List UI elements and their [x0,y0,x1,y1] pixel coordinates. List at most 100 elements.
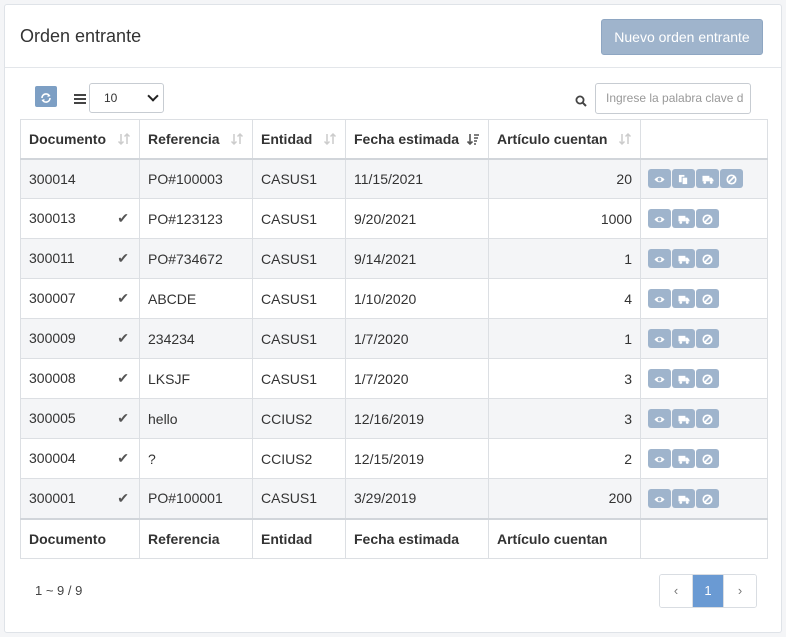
sort-icon [323,132,337,146]
cell-articulo-cuentan: 1000 [488,198,641,239]
page-title: Orden entrante [20,26,142,46]
eye-icon [654,370,665,386]
truck-button[interactable] [672,249,695,268]
cell-documento: 300008 ✔ [20,358,140,399]
cell-documento: 300001 ✔ [20,478,140,519]
check-icon: ✔ [117,489,129,506]
table-row[interactable]: 300013 ✔ PO#123123 CASUS1 9/20/2021 1000 [20,198,768,239]
truck-icon [677,490,690,506]
cell-documento: 300011 ✔ [20,238,140,279]
cell-referencia: ? [139,438,253,479]
copy-icon [678,170,689,186]
copy-button[interactable] [672,169,695,189]
table-row[interactable]: 300007 ✔ ABCDE CASUS1 1/10/2020 4 [20,278,768,319]
table-footer-row: Documento Referencia Entidad Fecha estim… [20,517,768,559]
eye-button[interactable] [648,249,671,268]
ban-button[interactable] [696,249,719,268]
footer-actions [640,517,768,559]
truck-button[interactable] [672,369,695,388]
eye-button[interactable] [648,209,671,228]
sort-icon [117,132,131,146]
table-row[interactable]: 300004 ✔? CCIUS2 12/15/2019 2 [20,438,768,479]
cell-articulo-cuentan: 1 [488,238,641,279]
refresh-button[interactable] [35,86,57,107]
page-size-select[interactable]: 10 [89,83,164,113]
cell-fecha-estimada: 1/7/2020 [345,358,489,399]
truck-icon [701,170,714,186]
table-row[interactable]: 300011 ✔ PO#734672 CASUS1 9/14/2021 1 [20,238,768,279]
cell-entidad: CASUS1 [252,198,346,239]
check-icon: ✔ [117,290,129,306]
ban-icon [702,370,713,386]
cell-documento: 300007 ✔ [20,278,140,319]
table-row[interactable]: 300008 ✔ LKSJF CASUS1 1/7/2020 3 [20,358,768,399]
table-row[interactable]: 300001 ✔ PO#100001 CASUS1 3/29/2019 200 [20,478,768,519]
truck-button[interactable] [672,488,695,508]
page-button-1[interactable]: 1 [692,575,724,607]
table-row[interactable]: 300014 PO#100003 CASUS1 11/15/2021 20 [20,158,768,199]
truck-button[interactable] [672,209,695,228]
eye-button[interactable] [648,488,671,508]
ban-button[interactable] [696,369,719,388]
cell-articulo-cuentan: 200 [488,478,641,519]
eye-button[interactable] [648,369,671,388]
ban-button[interactable] [696,209,719,228]
prev-page-button[interactable]: ‹ [660,575,692,607]
ban-button[interactable] [696,449,719,468]
truck-button[interactable] [672,329,695,348]
cell-fecha-estimada: 3/29/2019 [345,478,489,519]
cell-referencia: PO#100001 [139,478,253,519]
eye-button[interactable] [648,409,671,428]
ban-button[interactable] [696,289,719,308]
cell-referencia: PO#734672 [139,238,253,279]
check-icon: ✔ [117,210,129,226]
column-header-entidad[interactable]: Entidad [252,119,346,160]
ban-button[interactable] [696,329,719,348]
eye-icon [654,330,665,346]
check-icon: ✔ [117,370,129,386]
cell-actions [640,158,768,199]
column-header-fecha-estimada[interactable]: Fecha estimada [345,119,489,160]
eye-button[interactable] [648,289,671,308]
cell-actions [640,238,768,279]
new-incoming-order-button[interactable]: Nuevo orden entrante [601,19,763,55]
ban-button[interactable] [696,409,719,428]
truck-button[interactable] [696,169,719,189]
sort-desc-icon [466,132,480,146]
eye-icon [654,410,665,426]
incoming-order-table: Documento Referencia Entidad Fecha estim… [20,119,768,559]
truck-button[interactable] [672,289,695,308]
eye-icon [654,290,665,306]
cell-articulo-cuentan: 3 [488,398,641,439]
eye-button[interactable] [648,329,671,348]
eye-button[interactable] [648,449,671,468]
cell-documento: 300005 ✔ [20,398,140,439]
cell-documento: 300009 ✔ [20,318,140,359]
ban-button[interactable] [696,488,719,508]
table-row[interactable]: 300005 ✔ hello CCIUS2 12/16/2019 3 [20,398,768,439]
cell-documento: 300004 ✔ [20,438,140,479]
cell-articulo-cuentan: 4 [488,278,641,319]
cell-actions [640,358,768,399]
column-header-referencia[interactable]: Referencia [139,119,253,160]
cell-articulo-cuentan: 20 [488,158,641,199]
check-icon: ✔ [117,410,129,426]
column-header-documento[interactable]: Documento [20,119,140,160]
next-page-button[interactable]: › [724,575,756,607]
ban-button[interactable] [720,169,743,189]
search-input[interactable]: Ingrese la palabra clave d [595,83,751,114]
cell-entidad: CASUS1 [252,278,346,319]
cell-actions [640,438,768,479]
truck-icon [677,250,690,266]
cell-documento: 300014 [20,158,140,199]
cell-actions [640,198,768,239]
table-row[interactable]: 300009 ✔ 234234 CASUS1 1/7/2020 1 [20,318,768,359]
column-header-articulo-cuentan[interactable]: Artículo cuentan [488,119,641,160]
truck-button[interactable] [672,409,695,428]
truck-button[interactable] [672,449,695,468]
cell-actions [640,478,768,519]
eye-button[interactable] [648,169,671,189]
ban-icon [702,290,713,306]
cell-referencia: PO#100003 [139,158,253,199]
column-header-actions [640,119,768,160]
